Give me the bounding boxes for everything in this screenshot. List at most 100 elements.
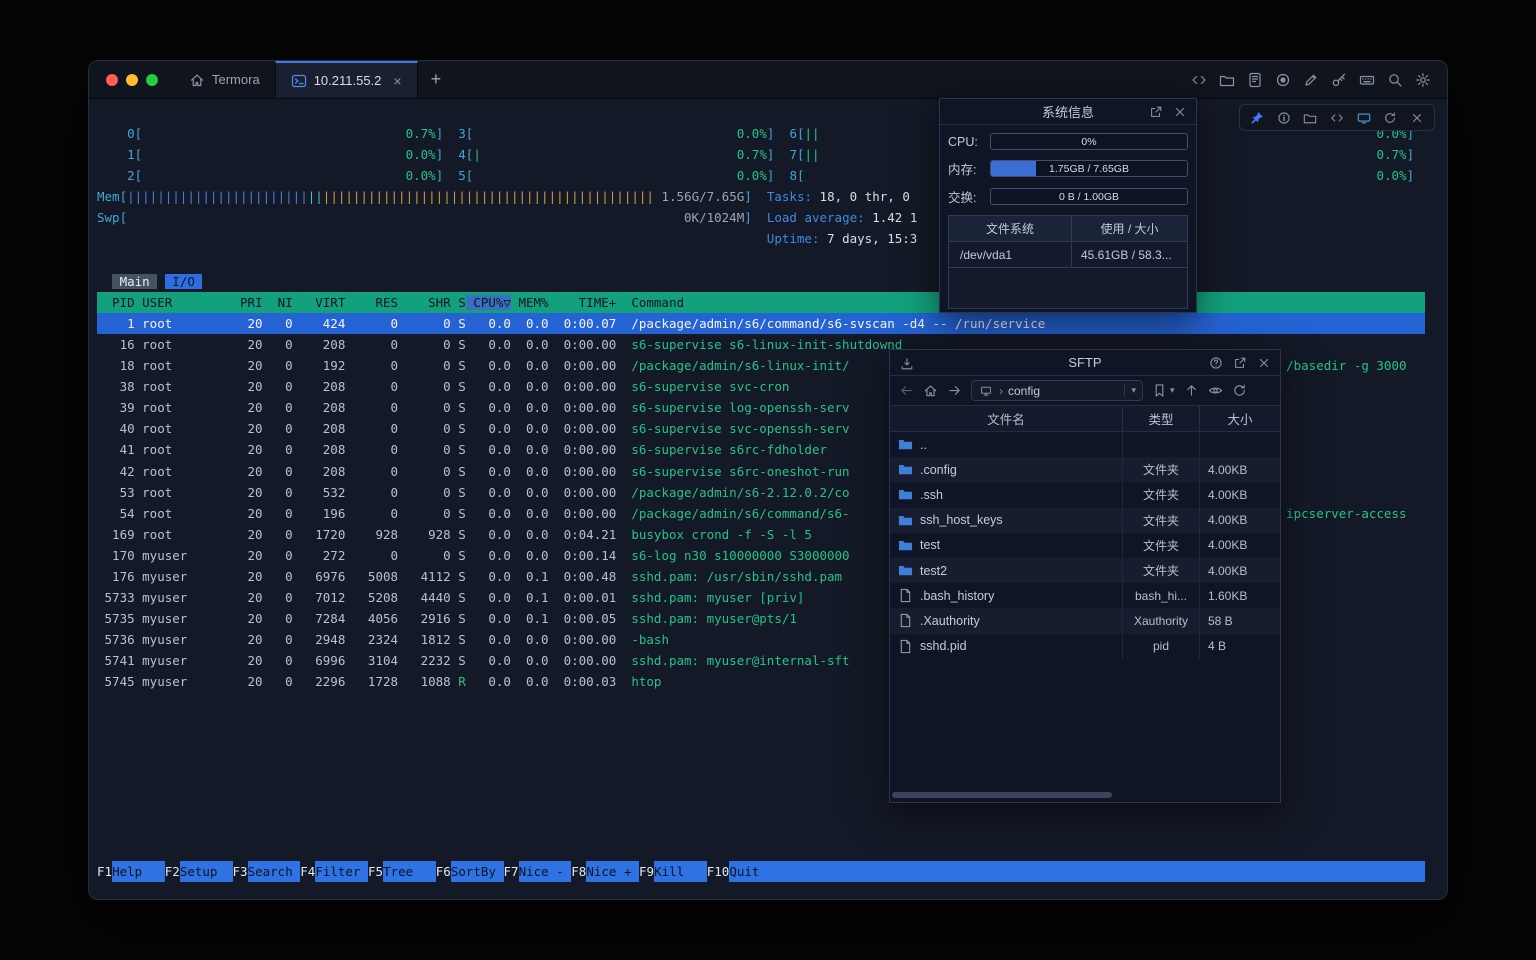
file-row[interactable]: .. xyxy=(890,432,1280,457)
file-type: 文件夹 xyxy=(1122,482,1200,507)
close-icon[interactable] xyxy=(1172,104,1188,120)
fkey-F1-label[interactable]: Help xyxy=(112,861,165,882)
file-row[interactable]: sshd.pidpid4 B xyxy=(890,634,1280,659)
memory-usage-value: 1.75GB / 7.65GB xyxy=(991,161,1187,176)
fkey-F9[interactable]: F9 xyxy=(639,861,654,882)
fkey-F6-label[interactable]: SortBy xyxy=(451,861,504,882)
file-size: 4.00KB xyxy=(1200,538,1280,552)
bookmark-icon[interactable] xyxy=(1152,383,1167,398)
external-link-icon[interactable] xyxy=(1232,355,1248,371)
fkey-F4[interactable]: F4 xyxy=(300,861,315,882)
close-icon[interactable] xyxy=(1256,355,1272,371)
zoom-window-button[interactable] xyxy=(146,74,158,86)
column-filename[interactable]: 文件名 xyxy=(890,409,1122,428)
file-type xyxy=(1122,432,1200,457)
fkey-F7[interactable]: F7 xyxy=(504,861,519,882)
column-type[interactable]: 类型 xyxy=(1122,406,1200,431)
folder-icon[interactable] xyxy=(1219,72,1235,88)
window-controls xyxy=(89,61,174,98)
forward-icon[interactable] xyxy=(947,383,962,398)
tab-home[interactable]: Termora xyxy=(174,61,275,98)
sftp-titlebar: SFTP xyxy=(890,350,1280,376)
record-icon[interactable] xyxy=(1275,72,1291,88)
file-row[interactable]: .bash_historybash_hi...1.60KB xyxy=(890,583,1280,608)
fkey-F10-label[interactable]: Quit xyxy=(729,861,782,882)
process-row[interactable]: 1 root 20 0 424 0 0 S 0.0 0.0 0:00.07 /p… xyxy=(97,313,1425,334)
folder-icon xyxy=(898,513,913,528)
tab-home-label: Termora xyxy=(212,72,260,87)
fs-usage-header: 使用 / 大小 xyxy=(1071,216,1187,241)
fs-usage-cell: 45.61GB / 58.3... xyxy=(1071,242,1187,267)
fkey-F2-label[interactable]: Setup xyxy=(180,861,233,882)
file-size: 4.00KB xyxy=(1200,513,1280,527)
fkey-F3-label[interactable]: Search xyxy=(248,861,301,882)
code-icon[interactable] xyxy=(1191,72,1207,88)
path-breadcrumb[interactable]: › config ▾ xyxy=(971,380,1143,401)
fkey-F8[interactable]: F8 xyxy=(571,861,586,882)
file-type: 文件夹 xyxy=(1122,558,1200,583)
htop-tab-io[interactable]: I/O xyxy=(165,274,203,289)
key-icon[interactable] xyxy=(1331,72,1347,88)
journal-icon[interactable] xyxy=(1247,72,1263,88)
close-icon[interactable] xyxy=(1409,110,1425,126)
minimize-window-button[interactable] xyxy=(126,74,138,86)
column-size[interactable]: 大小 xyxy=(1200,409,1280,428)
bookmark-dropdown-icon[interactable]: ▾ xyxy=(1170,385,1175,396)
keyboard-icon[interactable] xyxy=(1359,72,1375,88)
back-icon[interactable] xyxy=(899,383,914,398)
fkey-F8-label[interactable]: Nice + xyxy=(586,861,639,882)
download-icon[interactable] xyxy=(899,356,915,372)
folder-icon xyxy=(898,563,913,578)
info-icon[interactable] xyxy=(1276,110,1292,126)
filesystem-table: 文件系统 使用 / 大小 /dev/vda1 45.61GB / 58.3... xyxy=(948,215,1188,309)
show-hidden-icon[interactable] xyxy=(1208,383,1223,398)
fkey-F4-label[interactable]: Filter xyxy=(315,861,368,882)
sort-column-cpu[interactable]: CPU%▽ xyxy=(466,295,511,310)
refresh-icon[interactable] xyxy=(1232,383,1247,398)
code-icon[interactable] xyxy=(1329,110,1345,126)
settings-icon[interactable] xyxy=(1415,72,1431,88)
folder-icon[interactable] xyxy=(1302,110,1318,126)
upload-icon[interactable] xyxy=(1184,383,1199,398)
fkey-F9-label[interactable]: Kill xyxy=(654,861,707,882)
filesystem-row[interactable]: /dev/vda1 45.61GB / 58.3... xyxy=(949,242,1187,268)
external-link-icon[interactable] xyxy=(1148,104,1164,120)
fkey-F5-label[interactable]: Tree xyxy=(383,861,436,882)
fkey-F6[interactable]: F6 xyxy=(436,861,451,882)
new-tab-button[interactable]: + xyxy=(418,61,455,98)
file-row[interactable]: .XauthorityXauthority58 B xyxy=(890,608,1280,633)
tab-close-icon[interactable]: × xyxy=(393,73,401,89)
breadcrumb-dropdown-icon[interactable]: ▾ xyxy=(1124,385,1136,396)
htop-tab-main[interactable]: Main xyxy=(112,274,157,289)
fkey-F2[interactable]: F2 xyxy=(165,861,180,882)
horizontal-scrollbar[interactable] xyxy=(892,792,1112,798)
edit-icon[interactable] xyxy=(1303,72,1319,88)
search-icon[interactable] xyxy=(1387,72,1403,88)
fkey-F3[interactable]: F3 xyxy=(233,861,248,882)
file-icon xyxy=(898,613,913,628)
file-row[interactable]: .config文件夹4.00KB xyxy=(890,457,1280,482)
refresh-icon[interactable] xyxy=(1382,110,1398,126)
cpu-meter-row: 1[ 0.0%] 4[| 0.7%] 7[|| 0.7%] xyxy=(97,144,1425,165)
file-row[interactable]: test2文件夹4.00KB xyxy=(890,558,1280,583)
file-row[interactable]: ssh_host_keys文件夹4.00KB xyxy=(890,508,1280,533)
swap-usage-value: 0 B / 1.00GB xyxy=(991,189,1187,204)
fkey-F10[interactable]: F10 xyxy=(707,861,730,882)
file-row[interactable]: .ssh文件夹4.00KB xyxy=(890,482,1280,507)
sysinfo-panel: 系统信息 CPU: 0% 内存: 1.75GB / 7.65GB 交换: xyxy=(939,98,1197,313)
close-window-button[interactable] xyxy=(106,74,118,86)
help-icon[interactable] xyxy=(1208,355,1224,371)
fkey-F7-label[interactable]: Nice - xyxy=(519,861,572,882)
pin-icon[interactable] xyxy=(1249,110,1265,126)
fkey-F5[interactable]: F5 xyxy=(368,861,383,882)
tab-ssh-session[interactable]: 10.211.55.2 × xyxy=(275,61,418,98)
fkey-F1[interactable]: F1 xyxy=(97,861,112,882)
function-key-bar: F1Help F2Setup F3Search F4Filter F5Tree … xyxy=(97,861,1425,882)
cpu-meter-row: 2[ 0.0%] 5[ 0.0%] 8[ 0.0%] xyxy=(97,165,1425,186)
breadcrumb-current-folder[interactable]: config xyxy=(1008,384,1040,398)
home-icon[interactable] xyxy=(923,383,938,398)
file-row[interactable]: test文件夹4.00KB xyxy=(890,533,1280,558)
display-icon[interactable] xyxy=(1356,110,1372,126)
sftp-panel: SFTP › config ▾ ▾ 文件名 类型 大小 ...config文件夹… xyxy=(889,349,1281,803)
terminal-line xyxy=(97,250,1425,271)
